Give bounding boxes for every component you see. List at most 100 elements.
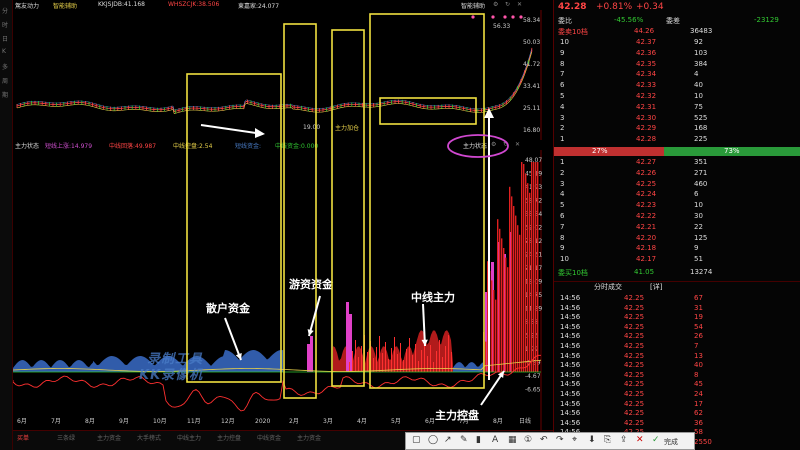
sell-price: 42.37 — [636, 38, 657, 46]
indicator-name[interactable]: 智能辅助 — [53, 1, 77, 10]
bottom-tab[interactable]: 主力资金 — [297, 433, 321, 442]
bottom-tab[interactable]: 中线资金 — [257, 433, 281, 442]
bottom-tab[interactable]: 三条绿 — [57, 433, 75, 442]
sell-level-row[interactable]: 8 42.35 384 — [554, 60, 800, 70]
redo-icon[interactable]: ↷ — [556, 435, 564, 445]
main-control-bar — [511, 196, 513, 372]
number-tool-icon[interactable]: ① — [524, 435, 532, 445]
price-chart[interactable]: 58.34 50.03 41.72 33.41 25.11 16.80 56.33 19.00… — [13, 10, 553, 140]
left-toolbar-item[interactable]: 多 — [2, 62, 11, 71]
main-control-bar — [485, 341, 487, 372]
trade-volume: 24 — [694, 390, 703, 398]
sell-level-row[interactable]: 2 42.29 168 — [554, 124, 800, 134]
left-toolbar-item[interactable]: 时 — [2, 20, 11, 29]
refresh-icon[interactable]: ↻ — [505, 1, 510, 8]
sub-item-3: 短线资金: — [235, 143, 262, 150]
sell-volume: 103 — [694, 48, 708, 57]
sell-level-row[interactable]: 9 42.36 103 — [554, 49, 800, 59]
close-icon[interactable]: ✕ — [517, 1, 522, 8]
main-control-bar — [483, 332, 485, 372]
trade-row: 14:56 42.25 7 — [554, 342, 800, 352]
chart-area[interactable]: 駕友动力 智能辅助 KKJSJDB:41.168 WHSZCJK:38.506 … — [13, 0, 553, 430]
pen-tool-icon[interactable]: ✎ — [460, 435, 468, 445]
bottom-tab[interactable]: 主力控盘 — [217, 433, 241, 442]
arrow-tool-icon[interactable]: ↗ — [444, 435, 452, 445]
buy-volume: 30 — [694, 212, 703, 220]
sub-indicator-name: 主力状态 — [15, 143, 40, 150]
sell-level-row[interactable]: 7 42.34 4 — [554, 70, 800, 80]
trade-row: 14:56 42.25 19 — [554, 313, 800, 323]
indicator-bg — [13, 150, 541, 430]
refresh-icon[interactable]: ↻ — [503, 141, 508, 148]
buy-level: 3 — [560, 179, 565, 188]
bottom-tab[interactable]: 主力资金 — [97, 433, 121, 442]
buy-level-row[interactable]: 10 42.17 51 — [554, 255, 800, 265]
sell-volume: 225 — [694, 135, 708, 144]
main-control-bar — [533, 162, 535, 372]
sell-level-row[interactable]: 5 42.32 10 — [554, 92, 800, 102]
buy-level-row[interactable]: 3 42.25 460 — [554, 180, 800, 190]
buy-level: 4 — [560, 190, 565, 199]
sell-price: 42.28 — [636, 135, 657, 144]
ellipse-tool-icon[interactable]: ◯ — [428, 435, 438, 445]
gear-icon[interactable]: ⚙ — [493, 1, 498, 8]
pin-icon[interactable]: ⌖ — [572, 435, 577, 445]
text-tool-icon[interactable]: A — [492, 435, 498, 445]
price-axis-label: 25.11 — [523, 105, 540, 112]
mid-line-funds-bar — [445, 346, 446, 372]
mid-line-funds-bar — [409, 338, 410, 372]
bottom-tab[interactable]: 中线主力 — [177, 433, 201, 442]
share-icon[interactable]: ⇪ — [620, 435, 628, 445]
sell-level-row[interactable]: 6 42.33 40 — [554, 81, 800, 91]
highlight-tool-icon[interactable]: ▮ — [476, 435, 481, 445]
trade-volume: 31 — [694, 303, 703, 312]
bottom-tab[interactable]: 大手榜式 — [137, 433, 161, 442]
ratio-row: 委比 -45.56% 委差 -23129 — [554, 16, 800, 26]
trade-time: 14:56 — [560, 370, 581, 379]
undo-icon[interactable]: ↶ — [540, 435, 548, 445]
copy-icon[interactable]: ⎘ — [604, 435, 611, 445]
trade-price: 42.25 — [624, 361, 645, 370]
left-toolbar-item[interactable]: 日 — [2, 34, 11, 43]
bottom-tab[interactable]: 买单 — [17, 433, 29, 442]
sell-header-price: 44.26 — [634, 27, 655, 35]
left-toolbar-item[interactable]: 期 — [2, 90, 11, 99]
buy-price: 42.21 — [636, 222, 657, 231]
buy-level-row[interactable]: 8 42.20 125 — [554, 234, 800, 244]
main-control-bar — [495, 299, 497, 372]
buy-level-row[interactable]: 5 42.23 10 — [554, 201, 800, 211]
sell-level-row[interactable]: 1 42.28 225 — [554, 135, 800, 145]
trade-row: 14:56 42.25 67 — [554, 294, 800, 304]
trades-detail-link[interactable]: [详] — [650, 282, 662, 292]
sell-level-row[interactable]: 4 42.31 75 — [554, 103, 800, 113]
price-axis-label: 58.34 — [523, 17, 540, 24]
left-toolbar-item[interactable]: 周 — [2, 76, 11, 85]
done-button[interactable]: 完成 — [664, 437, 678, 447]
mid-line-funds-bar — [406, 349, 407, 372]
left-toolbar-item[interactable]: K — [2, 48, 11, 55]
confirm-icon[interactable]: ✓ — [652, 435, 660, 445]
buy-level-row[interactable]: 7 42.21 22 — [554, 223, 800, 233]
gear-icon[interactable]: ⚙ — [491, 141, 496, 148]
sell-level-row[interactable]: 3 42.30 525 — [554, 114, 800, 124]
mid-line-funds-bar — [439, 340, 440, 372]
sell-level-row[interactable]: 10 42.37 92 — [554, 38, 800, 48]
buy-level-row[interactable]: 9 42.18 9 — [554, 244, 800, 254]
left-toolbar-item[interactable]: 分 — [2, 6, 11, 15]
rect-tool-icon[interactable]: ▢ — [412, 435, 421, 445]
buy-level-row[interactable]: 1 42.27 351 — [554, 158, 800, 168]
buy-level-row[interactable]: 4 42.24 6 — [554, 190, 800, 200]
close-icon[interactable]: ✕ — [515, 141, 520, 148]
main-control-bar — [493, 290, 495, 372]
main-control-bar — [499, 228, 501, 372]
buy-level-row[interactable]: 6 42.22 30 — [554, 212, 800, 222]
x-axis-label: 2020 — [255, 418, 270, 425]
buy-volume: 22 — [694, 222, 703, 231]
indicator-chart[interactable]: 48.0745.1941.9338.7235.5432.0228.1224.31… — [13, 150, 553, 430]
save-icon[interactable]: ⬇ — [588, 435, 596, 445]
buy-price: 42.17 — [636, 255, 657, 264]
mosaic-tool-icon[interactable]: ▦ — [508, 435, 517, 445]
buy-level-row[interactable]: 2 42.26 271 — [554, 169, 800, 179]
buy-volume: 6 — [694, 190, 699, 199]
cancel-icon[interactable]: ✕ — [636, 435, 644, 445]
